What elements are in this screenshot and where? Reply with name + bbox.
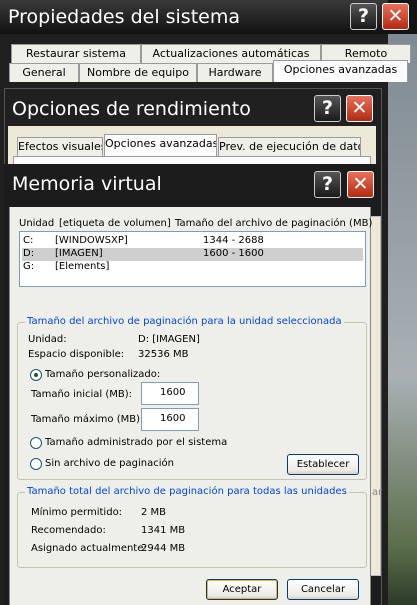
recommended-value: 1341 MB [141, 525, 186, 536]
tab-perf-opciones-avanzadas[interactable]: Opciones avanzadas [104, 134, 217, 156]
drive-letter: D: [23, 248, 35, 259]
ok-button[interactable]: Aceptar [206, 579, 278, 600]
vm-help-button[interactable]: ? [314, 171, 341, 198]
space-label: Espacio disponible: [28, 349, 125, 360]
allocated-label: Asignado actualmente: [31, 543, 147, 554]
initial-size-label: Tamaño inicial (MB): [31, 389, 133, 400]
tab-efectos-visuales[interactable]: Efectos visuales [17, 137, 103, 156]
system-properties-title: Propiedades del sistema [8, 6, 240, 28]
tab-opciones-avanzadas[interactable]: Opciones avanzadas [273, 60, 408, 82]
help-icon: ? [321, 173, 334, 195]
underlying-button-fragment: ar [372, 487, 383, 498]
underlying-panel-edge [371, 216, 381, 576]
tab-hardware[interactable]: Hardware [197, 63, 273, 82]
tab-nombre-de-equipo[interactable]: Nombre de equipo [79, 63, 197, 82]
allocated-value: 2944 MB [141, 543, 186, 554]
min-allowed-label: Mínimo permitido: [31, 507, 123, 518]
max-size-input[interactable]: 1600 [141, 408, 199, 431]
close-icon: ✕ [387, 5, 404, 27]
drive-size: 1344 - 2688 [203, 235, 264, 246]
help-icon: ? [321, 97, 334, 119]
close-icon: ✕ [351, 97, 368, 119]
performance-options-title: Opciones de rendimiento [12, 98, 251, 120]
vm-close-button[interactable]: ✕ [347, 171, 374, 198]
virtual-memory-title: Memoria virtual [12, 173, 162, 195]
drive-letter: C: [23, 235, 34, 246]
set-button[interactable]: Establecer [287, 454, 359, 475]
help-icon: ? [357, 5, 370, 27]
recommended-label: Recomendado: [31, 525, 106, 536]
custom-size-label[interactable]: Tamaño personalizado: [45, 369, 160, 380]
list-item-selected[interactable]: D: [IMAGEN] 1600 - 1600 [22, 248, 363, 261]
system-managed-label[interactable]: Tamaño administrado por el sistema [45, 437, 227, 448]
close-icon: ✕ [352, 173, 369, 195]
list-item[interactable]: G: [Elements] [22, 261, 363, 274]
drive-label: [IMAGEN] [55, 248, 103, 259]
min-allowed-value: 2 MB [141, 507, 167, 518]
cancel-button[interactable]: Cancelar [287, 579, 359, 600]
tab-prev-ejecucion-datos[interactable]: Prev. de ejecución de datos [218, 137, 361, 156]
initial-size-input[interactable]: 1600 [141, 382, 199, 405]
system-managed-radio[interactable] [30, 437, 42, 449]
total-paging-group-title: Tamaño total del archivo de paginación p… [25, 486, 349, 497]
selected-drive-group-title: Tamaño del archivo de paginación para la… [25, 316, 344, 327]
unit-value: D: [IMAGEN] [138, 334, 200, 345]
help-button[interactable]: ? [350, 3, 377, 30]
list-header-unit: Unidad [19, 218, 55, 229]
no-paging-radio[interactable] [30, 458, 42, 470]
list-header-label: [etiqueta de volumen] [59, 218, 171, 229]
drive-label: [WINDOWSXP] [55, 235, 128, 246]
max-size-label: Tamaño máximo (MB): [31, 414, 144, 425]
list-header-size: Tamaño del archivo de paginación (MB) [175, 218, 373, 229]
drive-letter: G: [23, 261, 35, 272]
perf-close-button[interactable]: ✕ [346, 95, 373, 122]
close-button[interactable]: ✕ [382, 3, 409, 30]
drive-size: 1600 - 1600 [203, 248, 264, 259]
tab-restaurar-sistema[interactable]: Restaurar sistema [11, 44, 141, 63]
no-paging-label[interactable]: Sin archivo de paginación [45, 458, 174, 469]
list-item[interactable]: C: [WINDOWSXP] 1344 - 2688 [22, 235, 363, 248]
perf-help-button[interactable]: ? [314, 95, 341, 122]
space-value: 32536 MB [138, 349, 189, 360]
tab-general[interactable]: General [9, 63, 79, 82]
unit-label: Unidad: [28, 334, 67, 345]
custom-size-radio[interactable] [30, 369, 42, 381]
drive-label: [Elements] [55, 261, 110, 272]
drive-list[interactable]: C: [WINDOWSXP] 1344 - 2688 D: [IMAGEN] 1… [19, 231, 366, 287]
